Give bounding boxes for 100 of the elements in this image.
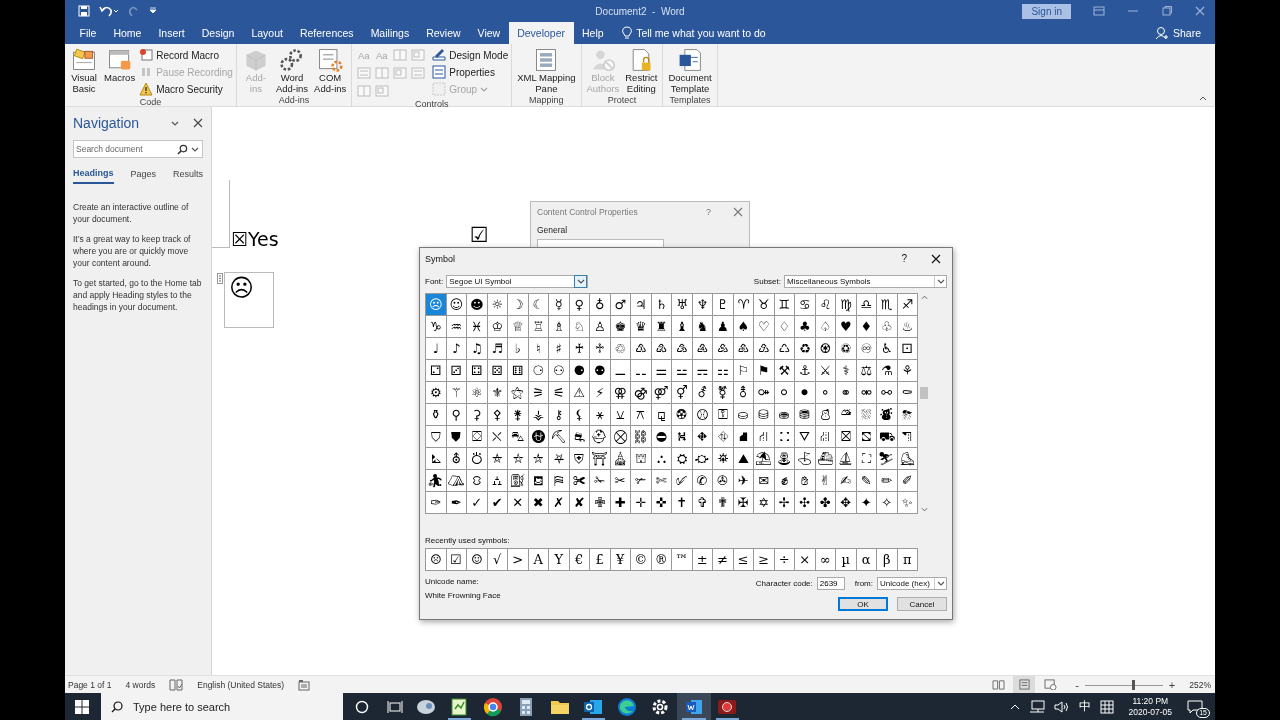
symbol-cell[interactable]: ⛊ — [446, 426, 467, 448]
symbol-cell[interactable]: ⚫ — [795, 382, 816, 404]
symbol-cell[interactable]: ⚽ — [672, 404, 693, 426]
symbol-cell[interactable]: ✤ — [815, 492, 836, 514]
symbol-cell[interactable]: ⛉ — [426, 426, 447, 448]
symbol-cell[interactable]: ⚡ — [590, 382, 611, 404]
symbol-cell[interactable]: ⚑ — [754, 360, 775, 382]
symbol-cell[interactable]: ♋ — [795, 294, 816, 316]
symbol-cell[interactable]: ♠ — [733, 316, 754, 338]
symbol-cell[interactable]: ✎ — [856, 470, 877, 492]
symbol-cell[interactable]: ♐ — [897, 294, 918, 316]
help-button[interactable]: ? — [706, 207, 711, 217]
symbol-cell[interactable]: ✆ — [692, 470, 713, 492]
input-method-indicator[interactable]: 中 — [1078, 698, 1091, 715]
symbol-cell[interactable]: ✏ — [877, 470, 898, 492]
symbol-cell[interactable]: ♦ — [856, 316, 877, 338]
symbol-cell[interactable]: ♥ — [836, 316, 857, 338]
symbol-cell[interactable]: ⛋ — [467, 426, 488, 448]
zoom-in-button[interactable]: + — [1168, 678, 1176, 691]
symbol-cell[interactable]: ♛ — [631, 316, 652, 338]
ribbon-tab[interactable]: Layout — [242, 22, 292, 44]
zoom-slider[interactable] — [1084, 679, 1163, 690]
recent-symbol-cell[interactable]: π — [897, 549, 918, 571]
symbol-cell[interactable]: ⛈ — [897, 404, 918, 426]
symbol-cell[interactable]: ⛌ — [487, 426, 508, 448]
symbol-cell[interactable]: ♟ — [713, 316, 734, 338]
character-code-field[interactable]: 2639 — [816, 577, 845, 590]
search-icon[interactable] — [177, 143, 188, 155]
symbol-cell[interactable]: ♲ — [610, 338, 631, 360]
volume-icon[interactable] — [1053, 699, 1070, 714]
symbol-cell[interactable]: ♿ — [877, 338, 898, 360]
symbol-cell[interactable]: ⚇ — [549, 360, 570, 382]
symbol-cell[interactable]: ♔ — [487, 316, 508, 338]
collapse-ribbon-icon[interactable] — [1199, 96, 1207, 101]
symbol-cell[interactable]: ⚠ — [569, 382, 590, 404]
symbol-cell[interactable]: ⚞ — [528, 382, 549, 404]
symbol-cell[interactable]: ⚔ — [815, 360, 836, 382]
close-icon[interactable] — [931, 253, 941, 264]
symbol-cell[interactable]: ✡ — [754, 492, 775, 514]
symbol-cell[interactable]: ⚝ — [508, 382, 529, 404]
symbol-cell[interactable]: ⛬ — [651, 448, 672, 470]
ribbon-tab[interactable]: File — [71, 22, 105, 44]
symbol-cell[interactable]: ⚱ — [426, 404, 447, 426]
ribbon-button[interactable]: Record Macro — [139, 47, 233, 63]
symbol-cell[interactable]: ✖ — [528, 492, 549, 514]
symbol-cell[interactable]: ♤ — [815, 316, 836, 338]
symbol-cell[interactable]: ⛴ — [815, 448, 836, 470]
symbol-cell[interactable]: ♝ — [672, 316, 693, 338]
help-button[interactable]: ? — [901, 253, 907, 264]
symbol-cell[interactable]: ♧ — [877, 316, 898, 338]
symbol-cell[interactable]: ⚯ — [877, 382, 898, 404]
save-icon[interactable] — [78, 5, 90, 17]
proofing-icon[interactable] — [169, 678, 184, 691]
symbol-cell[interactable]: ⛽ — [508, 470, 529, 492]
taskbar-search-bar[interactable]: Type here to search — [101, 693, 343, 720]
symbol-cell[interactable]: ⛯ — [713, 448, 734, 470]
ribbon-tab[interactable]: View — [469, 22, 509, 44]
symbol-cell[interactable]: ✅ — [672, 470, 693, 492]
symbol-cell[interactable]: ☻ — [467, 294, 488, 316]
symbol-cell[interactable]: ⚎ — [692, 360, 713, 382]
symbol-cell[interactable]: ⛔ — [651, 426, 672, 448]
symbol-cell[interactable]: ♃ — [631, 294, 652, 316]
recent-symbol-cell[interactable]: ≤ — [733, 549, 754, 571]
network-icon[interactable] — [1028, 699, 1045, 714]
search-box[interactable]: Search document — [73, 140, 203, 158]
symbol-cell[interactable]: ⚛ — [467, 382, 488, 404]
symbol-cell[interactable]: ♑ — [426, 316, 447, 338]
ribbon-tab[interactable]: References — [291, 22, 363, 44]
symbol-cell[interactable]: ⛝ — [836, 426, 857, 448]
recent-symbol-cell[interactable]: × — [795, 549, 816, 571]
symbol-cell[interactable]: ⛍ — [508, 426, 529, 448]
symbol-cell[interactable]: ⚆ — [528, 360, 549, 382]
pane-tab[interactable]: Headings — [73, 168, 114, 184]
restore-icon[interactable] — [1161, 6, 1173, 16]
symbol-cell[interactable]: ✐ — [897, 470, 918, 492]
symbol-cell[interactable]: ☹ — [426, 294, 447, 316]
symbol-cell[interactable]: ✋ — [795, 470, 816, 492]
symbol-cell[interactable]: ⚣ — [631, 382, 652, 404]
symbol-cell[interactable]: ✌ — [815, 470, 836, 492]
symbol-cell[interactable]: ⚘ — [897, 360, 918, 382]
ribbon-tab[interactable]: Home — [104, 22, 150, 44]
recent-symbol-cell[interactable]: ☹ — [426, 549, 447, 571]
symbol-cell[interactable]: ✒ — [446, 492, 467, 514]
symbol-cell[interactable]: ⚜ — [487, 382, 508, 404]
symbol-cell[interactable]: ✀ — [569, 470, 590, 492]
search-field[interactable]: Search document — [74, 144, 174, 154]
tell-me-search[interactable]: Tell me what you want to do — [636, 27, 766, 39]
symbol-cell[interactable]: ♻ — [795, 338, 816, 360]
symbol-cell[interactable]: ⚿ — [713, 404, 734, 426]
symbol-cell[interactable]: ♪ — [446, 338, 467, 360]
symbol-cell[interactable]: ⛥ — [508, 448, 529, 470]
symbol-cell[interactable]: ♎ — [856, 294, 877, 316]
ribbon-button[interactable]: Visual Basic — [68, 47, 100, 97]
recent-symbol-cell[interactable]: β — [877, 549, 898, 571]
symbol-cell[interactable]: ♩ — [426, 338, 447, 360]
symbol-cell[interactable]: ⚉ — [590, 360, 611, 382]
symbol-cell[interactable]: ⚪ — [774, 382, 795, 404]
symbol-cell[interactable]: ⚦ — [692, 382, 713, 404]
symbol-cell[interactable]: ✗ — [549, 492, 570, 514]
symbol-cell[interactable]: ⛭ — [672, 448, 693, 470]
